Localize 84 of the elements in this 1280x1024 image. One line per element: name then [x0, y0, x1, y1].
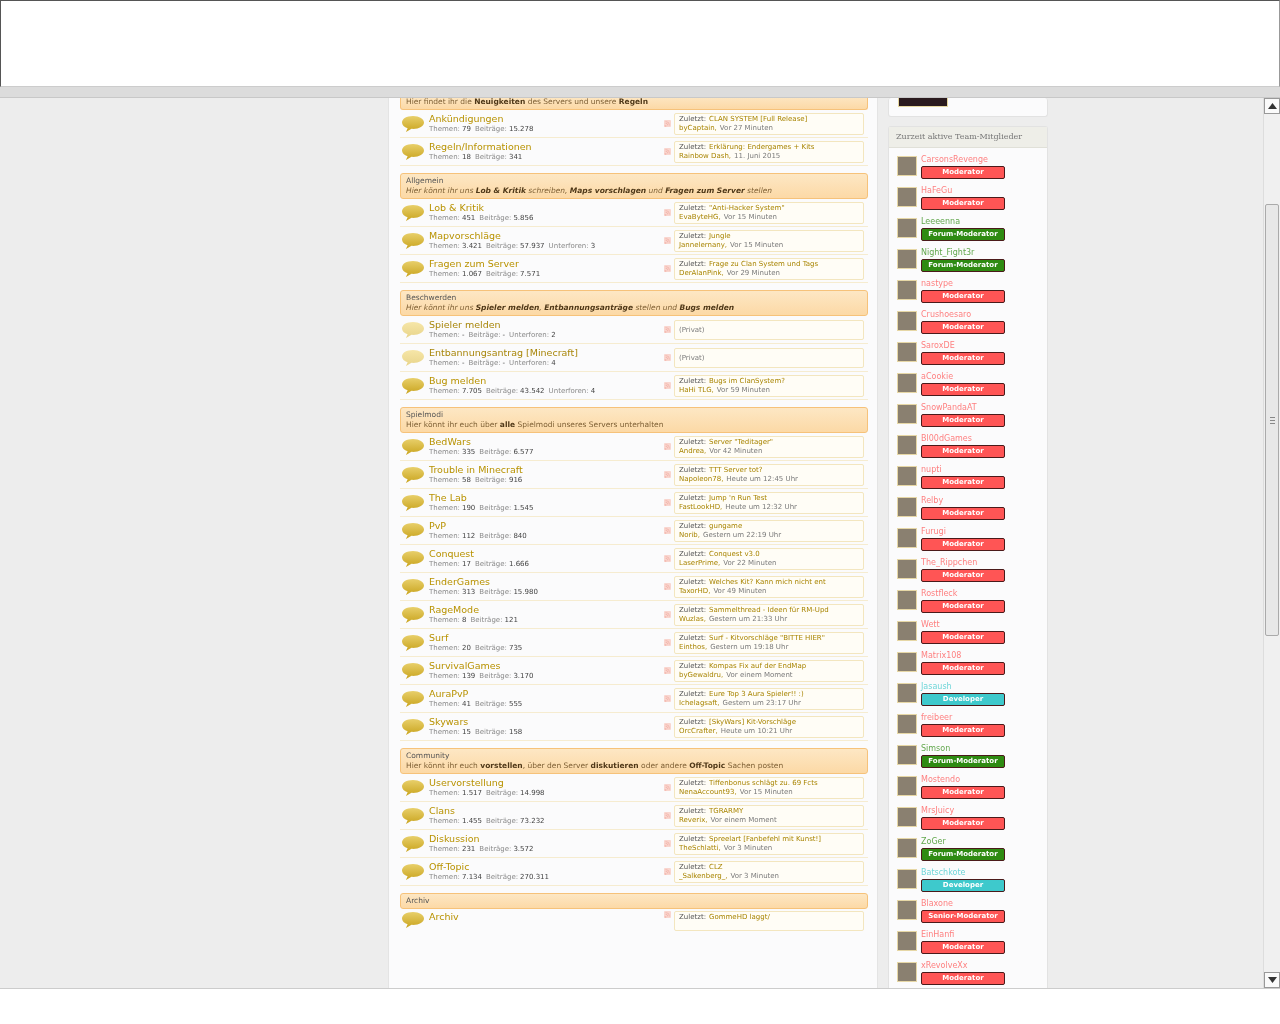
- avatar-placeholder[interactable]: [897, 931, 917, 951]
- member-link[interactable]: Crushoesaro: [921, 310, 972, 320]
- scrollbar-thumb[interactable]: [1265, 204, 1279, 636]
- member-link[interactable]: ZoGer: [921, 837, 946, 847]
- member-link[interactable]: SaroxDE: [921, 341, 955, 351]
- avatar-placeholder[interactable]: [897, 218, 917, 238]
- forum-link[interactable]: Clans: [429, 805, 456, 816]
- avatar-placeholder[interactable]: [897, 156, 917, 176]
- member-link[interactable]: Simson: [921, 744, 951, 754]
- avatar-placeholder[interactable]: [897, 404, 917, 424]
- panel-title: Zurzeit aktive Team-Mitglieder: [889, 127, 1047, 148]
- forum-link[interactable]: Surf: [429, 632, 449, 643]
- member-link[interactable]: Blaxone: [921, 899, 953, 909]
- avatar-placeholder[interactable]: [897, 900, 917, 920]
- member-link[interactable]: CarsonsRevenge: [921, 155, 988, 165]
- scrollbar[interactable]: [1263, 98, 1280, 988]
- forum-link[interactable]: Fragen zum Server: [429, 258, 519, 269]
- forum-link[interactable]: Off-Topic: [429, 861, 470, 872]
- forum-link[interactable]: Diskussion: [429, 833, 480, 844]
- forum-link[interactable]: Regeln/Informationen: [429, 141, 532, 152]
- avatar-placeholder[interactable]: [897, 776, 917, 796]
- member-link[interactable]: MrsJuicy: [921, 806, 955, 816]
- member-link[interactable]: freibeer: [921, 713, 953, 723]
- scroll-up-icon[interactable]: [1264, 98, 1280, 114]
- avatar-placeholder[interactable]: [897, 869, 917, 889]
- avatar-placeholder[interactable]: [897, 342, 917, 362]
- member-link[interactable]: SnowPandaAT: [921, 403, 977, 413]
- member-link[interactable]: xRevolveXx: [921, 961, 968, 971]
- member-link[interactable]: HaFeGu: [921, 186, 953, 196]
- member-link[interactable]: Rostfleck: [921, 589, 958, 599]
- avatar-placeholder[interactable]: [897, 497, 917, 517]
- forum-link[interactable]: AuraPvP: [429, 688, 469, 699]
- forum-link[interactable]: Archiv: [429, 911, 459, 922]
- image-placeholder: [898, 98, 948, 107]
- avatar-placeholder[interactable]: [897, 466, 917, 486]
- forum-link[interactable]: Bug melden: [429, 375, 487, 386]
- avatar-placeholder[interactable]: [897, 745, 917, 765]
- avatar-placeholder[interactable]: [897, 652, 917, 672]
- member-link[interactable]: aCookie: [921, 372, 954, 382]
- avatar-placeholder[interactable]: [897, 435, 917, 455]
- avatar-placeholder[interactable]: [897, 187, 917, 207]
- avatar-placeholder[interactable]: [897, 838, 917, 858]
- forum-link[interactable]: BedWars: [429, 436, 471, 447]
- forum-link[interactable]: EnderGames: [429, 576, 491, 587]
- avatar-placeholder[interactable]: [897, 559, 917, 579]
- avatar-placeholder[interactable]: [897, 528, 917, 548]
- member-link[interactable]: Bl00dGames: [921, 434, 972, 444]
- forum-link[interactable]: Entbannungsantrag [Minecraft]: [429, 347, 578, 358]
- avatar-placeholder[interactable]: [897, 962, 917, 982]
- avatar-placeholder[interactable]: [897, 714, 917, 734]
- member-link[interactable]: Jasaush: [921, 682, 952, 692]
- member-link[interactable]: Wett: [921, 620, 940, 630]
- member-link[interactable]: Batschkote: [921, 868, 966, 878]
- member-link[interactable]: EinHanfi: [921, 930, 955, 940]
- member-link[interactable]: nastype: [921, 279, 953, 289]
- avatar-placeholder[interactable]: [897, 249, 917, 269]
- member-link[interactable]: Furugi: [921, 527, 946, 537]
- avatar-placeholder[interactable]: [897, 311, 917, 331]
- forum-link[interactable]: Trouble in Minecraft: [429, 464, 523, 475]
- avatar-placeholder[interactable]: [897, 621, 917, 641]
- member-link[interactable]: Matrix108: [921, 651, 962, 661]
- member-link[interactable]: Relby: [921, 496, 944, 506]
- forum-link[interactable]: PvP: [429, 520, 447, 531]
- forum-link[interactable]: RageMode: [429, 604, 479, 615]
- avatar-placeholder[interactable]: [897, 590, 917, 610]
- scroll-down-icon[interactable]: [1264, 972, 1280, 988]
- member-link[interactable]: The_Rippchen: [921, 558, 978, 568]
- member-link[interactable]: Leeeenna: [921, 217, 961, 227]
- forum-link[interactable]: Ankündigungen: [429, 113, 504, 124]
- forum-link[interactable]: Mapvorschläge: [429, 230, 501, 241]
- forum-link[interactable]: Spieler melden: [429, 319, 501, 330]
- forum-link[interactable]: Conquest: [429, 548, 475, 559]
- forum-link[interactable]: Lob & Kritik: [429, 202, 485, 213]
- forum-link[interactable]: Skywars: [429, 716, 469, 727]
- forum-link[interactable]: The Lab: [429, 492, 467, 503]
- member-link[interactable]: nupti: [921, 465, 942, 475]
- forum-link[interactable]: Uservorstellung: [429, 777, 504, 788]
- member-link[interactable]: Night_Fight3r: [921, 248, 975, 258]
- avatar-placeholder[interactable]: [897, 280, 917, 300]
- member-link[interactable]: Mostendo: [921, 775, 961, 785]
- forum-link[interactable]: SurvivalGames: [429, 660, 501, 671]
- avatar-placeholder[interactable]: [897, 807, 917, 827]
- avatar-placeholder[interactable]: [897, 683, 917, 703]
- avatar-placeholder[interactable]: [897, 373, 917, 393]
